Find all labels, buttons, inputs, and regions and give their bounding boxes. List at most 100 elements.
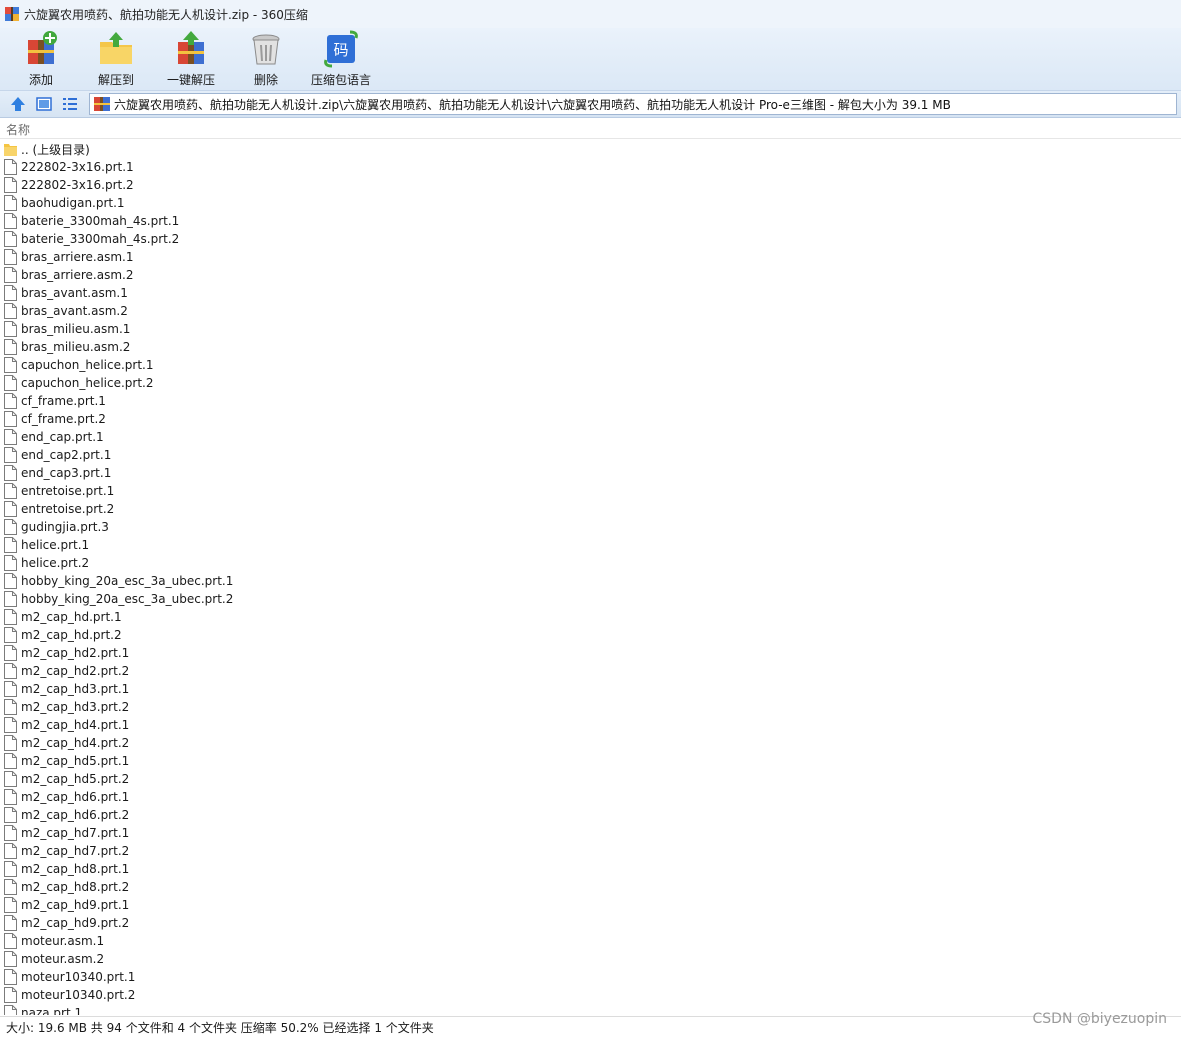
file-row[interactable]: bras_milieu.asm.1 (0, 320, 1181, 338)
file-icon (4, 339, 17, 355)
file-row[interactable]: hobby_king_20a_esc_3a_ubec.prt.1 (0, 572, 1181, 590)
file-row[interactable]: m2_cap_hd6.prt.2 (0, 806, 1181, 824)
path-field[interactable]: 六旋翼农用喷药、航拍功能无人机设计.zip\六旋翼农用喷药、航拍功能无人机设计\… (89, 93, 1177, 115)
archive-language-glyph: 码 (333, 41, 348, 59)
file-row[interactable]: baohudigan.prt.1 (0, 194, 1181, 212)
file-list[interactable]: .. (上级目录) 222802-3x16.prt.1 222802-3x16.p… (0, 140, 1181, 1015)
file-row[interactable]: moteur.asm.1 (0, 932, 1181, 950)
file-row[interactable]: hobby_king_20a_esc_3a_ubec.prt.2 (0, 590, 1181, 608)
file-name: bras_milieu.asm.2 (21, 340, 131, 354)
file-row[interactable]: naza.prt.1 (0, 1004, 1181, 1015)
file-icon (4, 699, 17, 715)
file-row[interactable]: end_cap2.prt.1 (0, 446, 1181, 464)
file-icon (4, 681, 17, 697)
file-row[interactable]: m2_cap_hd4.prt.1 (0, 716, 1181, 734)
parent-directory-row[interactable]: .. (上级目录) (0, 140, 1181, 158)
file-row[interactable]: moteur10340.prt.2 (0, 986, 1181, 1004)
file-row[interactable]: m2_cap_hd4.prt.2 (0, 734, 1181, 752)
file-row[interactable]: m2_cap_hd3.prt.2 (0, 698, 1181, 716)
file-icon (4, 807, 17, 823)
file-name: entretoise.prt.2 (21, 502, 115, 516)
file-name: m2_cap_hd2.prt.1 (21, 646, 130, 660)
file-row[interactable]: m2_cap_hd8.prt.2 (0, 878, 1181, 896)
file-row[interactable]: baterie_3300mah_4s.prt.2 (0, 230, 1181, 248)
thumbnail-view-icon[interactable] (35, 95, 53, 113)
file-icon (4, 519, 17, 535)
address-bar: 六旋翼农用喷药、航拍功能无人机设计.zip\六旋翼农用喷药、航拍功能无人机设计\… (0, 90, 1181, 118)
file-row[interactable]: m2_cap_hd5.prt.2 (0, 770, 1181, 788)
file-row[interactable]: m2_cap_hd.prt.2 (0, 626, 1181, 644)
one-click-extract-button[interactable]: 一键解压 (163, 30, 219, 88)
file-name: end_cap2.prt.1 (21, 448, 112, 462)
file-row[interactable]: baterie_3300mah_4s.prt.1 (0, 212, 1181, 230)
file-name: helice.prt.1 (21, 538, 90, 552)
extract-to-icon (100, 32, 132, 64)
file-row[interactable]: m2_cap_hd2.prt.2 (0, 662, 1181, 680)
file-name: 222802-3x16.prt.1 (21, 160, 134, 174)
file-name: moteur.asm.1 (21, 934, 105, 948)
file-name: m2_cap_hd6.prt.2 (21, 808, 130, 822)
extract-to-button[interactable]: 解压到 (94, 30, 138, 88)
file-row[interactable]: bras_milieu.asm.2 (0, 338, 1181, 356)
add-button[interactable]: 添加 (20, 30, 62, 88)
file-row[interactable]: entretoise.prt.2 (0, 500, 1181, 518)
file-row[interactable]: gudingjia.prt.3 (0, 518, 1181, 536)
file-row[interactable]: m2_cap_hd.prt.1 (0, 608, 1181, 626)
file-icon (4, 609, 17, 625)
file-icon (4, 159, 17, 175)
delete-label: 删除 (253, 73, 278, 87)
file-name: m2_cap_hd.prt.2 (21, 628, 122, 642)
file-row[interactable]: m2_cap_hd9.prt.2 (0, 914, 1181, 932)
add-label: 添加 (28, 73, 53, 87)
file-name: m2_cap_hd3.prt.2 (21, 700, 130, 714)
archive-language-button[interactable]: 码 压缩包语言 (309, 30, 373, 88)
file-row[interactable]: helice.prt.2 (0, 554, 1181, 572)
file-row[interactable]: capuchon_helice.prt.2 (0, 374, 1181, 392)
file-row[interactable]: end_cap.prt.1 (0, 428, 1181, 446)
file-row[interactable]: m2_cap_hd6.prt.1 (0, 788, 1181, 806)
file-name: m2_cap_hd5.prt.1 (21, 754, 130, 768)
file-name: gudingjia.prt.3 (21, 520, 109, 534)
up-arrow-icon[interactable] (9, 95, 27, 113)
file-row[interactable]: 222802-3x16.prt.1 (0, 158, 1181, 176)
file-icon (4, 753, 17, 769)
file-row[interactable]: moteur10340.prt.1 (0, 968, 1181, 986)
file-row[interactable]: m2_cap_hd7.prt.2 (0, 842, 1181, 860)
file-row[interactable]: m2_cap_hd7.prt.1 (0, 824, 1181, 842)
file-row[interactable]: bras_avant.asm.1 (0, 284, 1181, 302)
file-row[interactable]: cf_frame.prt.2 (0, 410, 1181, 428)
file-name: m2_cap_hd6.prt.1 (21, 790, 130, 804)
file-icon (4, 429, 17, 445)
file-row[interactable]: m2_cap_hd8.prt.1 (0, 860, 1181, 878)
file-row[interactable]: cf_frame.prt.1 (0, 392, 1181, 410)
file-row[interactable]: 222802-3x16.prt.2 (0, 176, 1181, 194)
file-row[interactable]: bras_arriere.asm.1 (0, 248, 1181, 266)
file-row[interactable]: end_cap3.prt.1 (0, 464, 1181, 482)
file-icon (4, 447, 17, 463)
delete-button[interactable]: 删除 (247, 30, 285, 88)
parent-directory-label: .. (上级目录) (21, 142, 90, 157)
file-name: bras_milieu.asm.1 (21, 322, 131, 336)
file-name: m2_cap_hd3.prt.1 (21, 682, 130, 696)
file-row[interactable]: m2_cap_hd3.prt.1 (0, 680, 1181, 698)
file-row[interactable]: bras_avant.asm.2 (0, 302, 1181, 320)
column-header-name[interactable]: 名称 (6, 121, 30, 138)
file-row[interactable]: bras_arriere.asm.2 (0, 266, 1181, 284)
file-row[interactable]: helice.prt.1 (0, 536, 1181, 554)
file-row[interactable]: m2_cap_hd9.prt.1 (0, 896, 1181, 914)
one-click-extract-icon (178, 31, 204, 64)
file-name: entretoise.prt.1 (21, 484, 115, 498)
file-row[interactable]: m2_cap_hd2.prt.1 (0, 644, 1181, 662)
file-row[interactable]: m2_cap_hd5.prt.1 (0, 752, 1181, 770)
file-icon (4, 357, 17, 373)
file-row[interactable]: moteur.asm.2 (0, 950, 1181, 968)
file-row[interactable]: entretoise.prt.1 (0, 482, 1181, 500)
file-icon (4, 951, 17, 967)
add-icon (28, 31, 57, 64)
file-name: end_cap.prt.1 (21, 430, 104, 444)
file-name: m2_cap_hd4.prt.2 (21, 736, 130, 750)
list-view-icon[interactable] (61, 95, 79, 113)
file-name: m2_cap_hd7.prt.1 (21, 826, 130, 840)
file-name: naza.prt.1 (21, 1006, 83, 1015)
file-row[interactable]: capuchon_helice.prt.1 (0, 356, 1181, 374)
